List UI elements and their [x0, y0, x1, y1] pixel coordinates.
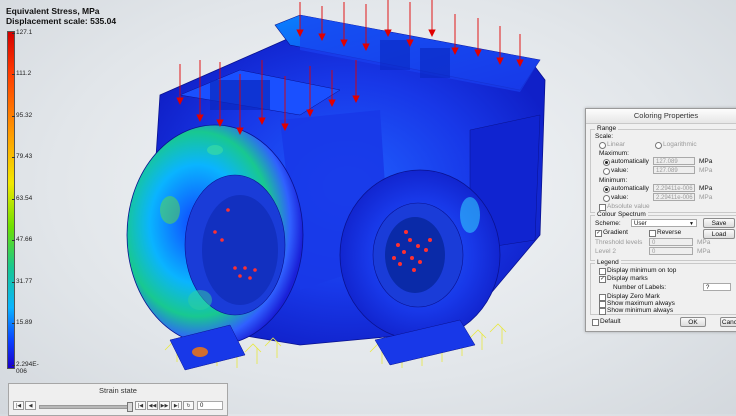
- max-value-radio[interactable]: [603, 168, 610, 175]
- legend-group: Legend Display minimum on top ✓ Display …: [590, 259, 736, 315]
- strain-state-title: Strain state: [99, 386, 137, 395]
- min-auto-label: automatically: [611, 185, 649, 192]
- min-value-field[interactable]: 2.29411e-006: [653, 193, 695, 201]
- gradient-checkbox[interactable]: ✓: [595, 230, 602, 237]
- strain-state-panel: Strain state |◀ ◀ |◀ ◀◀ ▶▶ ▶| ↻ 0: [8, 383, 228, 416]
- threshold-levels-label: Threshold levels: [595, 239, 643, 246]
- range-group-label: Range: [595, 125, 619, 132]
- load-button[interactable]: Load: [703, 229, 735, 239]
- absolute-value-label: Absolute value: [607, 203, 650, 210]
- step-back-button[interactable]: |◀: [135, 401, 146, 410]
- legend-group-label: Legend: [595, 259, 621, 266]
- strain-slider-thumb[interactable]: [127, 402, 133, 412]
- coloring-properties-dialog[interactable]: Coloring Properties Range Scale: Linear …: [585, 108, 736, 332]
- show-min-checkbox[interactable]: [599, 308, 606, 315]
- threshold-unit: MPa: [697, 239, 711, 246]
- cancel-button[interactable]: Cancel: [720, 317, 736, 327]
- display-marks-label: Display marks: [607, 275, 648, 282]
- default-label: Default: [600, 318, 621, 325]
- logarithmic-radio[interactable]: [655, 142, 662, 149]
- spectrum-group-label: Colour Spectrum: [595, 211, 648, 218]
- colour-spectrum-group: Colour Spectrum Scheme: User ▼ Save ✓ Gr…: [590, 211, 736, 261]
- display-marks-checkbox[interactable]: ✓: [599, 276, 606, 283]
- strain-slider-track[interactable]: [39, 405, 129, 409]
- display-zero-label: Display Zero Mark: [607, 293, 660, 300]
- display-zero-checkbox[interactable]: [599, 294, 606, 301]
- left-bore-flange: [126, 124, 304, 346]
- show-min-label: Show minimum always: [607, 307, 674, 314]
- max-auto-radio[interactable]: [603, 159, 610, 166]
- logarithmic-label: Logarithmic: [663, 141, 697, 148]
- max-unit: MPa: [699, 158, 713, 165]
- step-forward-button[interactable]: ▶|: [171, 401, 182, 410]
- level-unit: MPa: [697, 248, 711, 255]
- min-unit: MPa: [699, 185, 713, 192]
- minimum-label: Minimum:: [599, 177, 628, 184]
- play-back-button[interactable]: ◀◀: [147, 401, 158, 410]
- number-of-labels-field[interactable]: ?: [703, 283, 731, 291]
- absolute-value-checkbox[interactable]: [599, 204, 606, 211]
- loop-button[interactable]: ↻: [183, 401, 194, 410]
- level-label: Level 2: [595, 248, 616, 255]
- max-auto-label: automatically: [611, 158, 649, 165]
- linear-radio[interactable]: [599, 142, 606, 149]
- scheme-label: Scheme:: [595, 220, 621, 227]
- max-value-label: value:: [611, 167, 629, 174]
- scheme-select[interactable]: User ▼: [631, 219, 697, 227]
- strain-value-field[interactable]: 0: [197, 401, 223, 410]
- display-min-top-label: Display minimum on top: [607, 267, 677, 274]
- ok-button[interactable]: OK: [680, 317, 706, 327]
- maximum-label: Maximum:: [599, 150, 629, 157]
- scheme-value: User: [634, 221, 647, 227]
- show-max-label: Show maximum always: [607, 300, 675, 307]
- display-min-top-checkbox[interactable]: [599, 268, 606, 275]
- first-frame-button[interactable]: |◀: [13, 401, 24, 410]
- gradient-label: Gradient: [603, 229, 628, 236]
- threshold-field[interactable]: 0: [649, 238, 693, 246]
- linear-label: Linear: [607, 141, 626, 148]
- show-max-checkbox[interactable]: [599, 301, 606, 308]
- min-value-label: value:: [611, 194, 629, 201]
- min-value-unit: MPa: [699, 194, 713, 201]
- scale-label: Scale:: [595, 133, 614, 140]
- dialog-title: Coloring Properties: [586, 109, 736, 124]
- right-bore-flange: [339, 169, 501, 341]
- play-forward-button[interactable]: ▶▶: [159, 401, 170, 410]
- range-group: Range Scale: Linear Logarithmic Maximum:…: [590, 125, 736, 213]
- chevron-down-icon: ▼: [689, 221, 694, 227]
- number-of-labels-label: Number of Labels:: [613, 284, 667, 291]
- max-value-field[interactable]: 127.089: [653, 166, 695, 174]
- min-auto-field: 2.29411e-006: [653, 184, 695, 192]
- reverse-label: Reverse: [657, 229, 682, 236]
- level-field[interactable]: 0: [649, 247, 693, 255]
- max-auto-field: 127.089: [653, 157, 695, 165]
- min-value-radio[interactable]: [603, 195, 610, 202]
- reverse-play-button[interactable]: ◀: [25, 401, 36, 410]
- save-button[interactable]: Save: [703, 218, 735, 228]
- reverse-checkbox[interactable]: [649, 230, 656, 237]
- default-checkbox[interactable]: [592, 319, 599, 326]
- max-value-unit: MPa: [699, 167, 713, 174]
- min-auto-radio[interactable]: [603, 186, 610, 193]
